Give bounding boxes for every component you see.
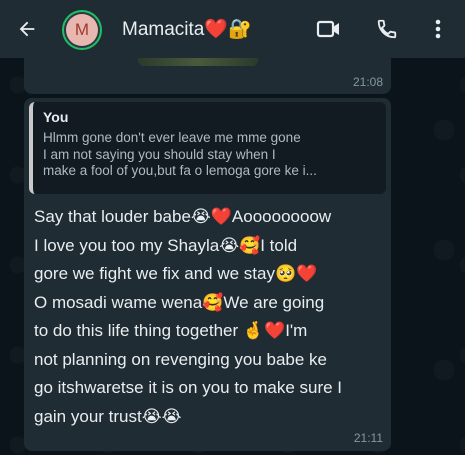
contact-name[interactable]: Mamacita❤️🔐 <box>122 17 252 41</box>
video-call-icon[interactable] <box>316 16 342 42</box>
previous-image-thumbnail[interactable] <box>138 58 258 66</box>
quoted-text: Hlmm gone don't ever leave me mme gone I… <box>43 130 376 180</box>
avatar[interactable]: M <box>62 10 102 50</box>
message-text: Say that louder babe😭❤️Aoooooooow I love… <box>34 203 384 431</box>
message-line: to do this life thing together 🤞❤️I'm <box>34 321 308 340</box>
quoted-line: I am not saying you should stay when I <box>43 146 276 162</box>
message-line: I love you too my Shayla😭🥰I told <box>34 235 298 255</box>
message-line: go itshwaretse it is on you to make sure… <box>34 378 343 397</box>
chat-header: M Mamacita❤️🔐 <box>0 0 465 58</box>
back-arrow-icon[interactable] <box>14 16 40 42</box>
message-line: O mosadi wame wena🥰We are going <box>34 292 325 312</box>
message-line: gore we fight we fix and we stay🥺❤️ <box>34 264 318 283</box>
message-line: gain your trust😭😭 <box>34 406 182 426</box>
message-line: Say that louder babe😭❤️Aoooooooow <box>34 207 332 226</box>
quoted-author: You <box>43 109 69 125</box>
message-time: 21:11 <box>353 431 383 445</box>
message-line: not planning on revenging you babe ke <box>34 349 328 369</box>
previous-message-time: 21:08 <box>352 75 383 89</box>
quoted-line: make a fool of you,but fa o lemoga gore … <box>43 163 317 178</box>
quoted-line: Hlmm gone don't ever leave me mme gone <box>43 130 301 145</box>
more-options-icon[interactable] <box>425 16 451 42</box>
quoted-message[interactable]: You Hlmm gone don't ever leave me mme go… <box>29 102 386 194</box>
voice-call-icon[interactable] <box>374 16 400 42</box>
avatar-initial: M <box>66 14 98 46</box>
